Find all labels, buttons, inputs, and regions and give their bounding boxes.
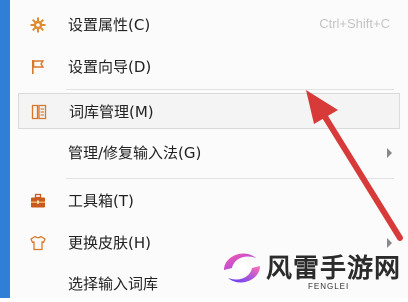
watermark-subtext: FENGLEI — [308, 282, 350, 291]
watermark-logo: 风雷手游网 FENGLEI — [216, 240, 408, 298]
logo-swirl-icon — [224, 253, 260, 283]
watermark-text: 风雷手游网 — [266, 254, 402, 284]
